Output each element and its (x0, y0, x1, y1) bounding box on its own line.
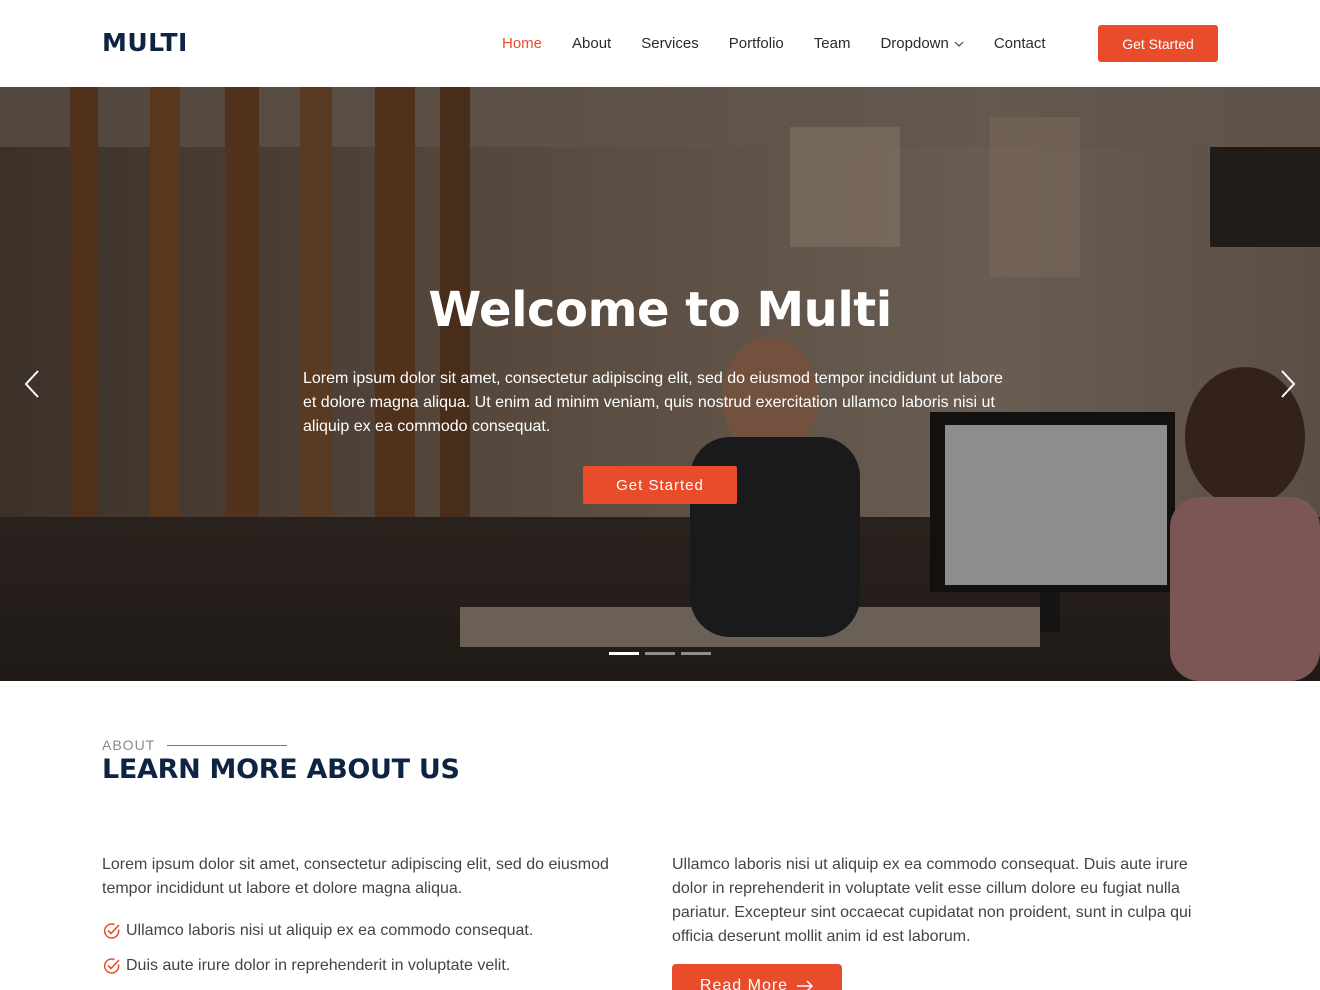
list-item-text: Ullamco laboris nisi ut aliquip ex ea co… (126, 922, 534, 939)
logo[interactable]: MULTI (102, 28, 188, 57)
check-circle-icon (103, 923, 120, 939)
section-label-divider (167, 744, 288, 746)
chevron-right-icon[interactable] (1276, 367, 1298, 401)
check-circle-icon (103, 958, 120, 974)
hero-title: Welcome to Multi (428, 282, 892, 338)
list-item-text: Duis aute irure dolor in reprehenderit i… (126, 957, 511, 974)
section-title: LEARN MORE ABOUT US (102, 754, 460, 785)
nav-team[interactable]: Team (814, 35, 851, 52)
about-right-paragraph: Ullamco laboris nisi ut aliquip ex ea co… (672, 856, 1192, 945)
section-label: ABOUT (102, 737, 288, 753)
main-nav: Home About Services Portfolio Team Dropd… (502, 0, 1076, 87)
carousel-indicator[interactable] (645, 652, 675, 655)
site-header: MULTI Home About Services Portfolio Team… (0, 0, 1320, 87)
nav-dropdown[interactable]: Dropdown (880, 35, 964, 52)
list-item: Ullamco laboris nisi ut aliquip ex ea co… (102, 919, 642, 943)
about-left-column: Lorem ipsum dolor sit amet, consectetur … (102, 853, 642, 989)
hero-description: Lorem ipsum dolor sit amet, consectetur … (303, 370, 1003, 435)
carousel-indicator[interactable] (681, 652, 711, 655)
about-checklist: Ullamco laboris nisi ut aliquip ex ea co… (102, 919, 642, 978)
about-right-column: Ullamco laboris nisi ut aliquip ex ea co… (672, 853, 1218, 949)
nav-services[interactable]: Services (641, 35, 699, 52)
nav-home[interactable]: Home (502, 35, 542, 52)
header-get-started-button[interactable]: Get Started (1098, 25, 1218, 62)
chevron-down-icon (954, 41, 964, 47)
arrow-right-icon (797, 980, 814, 990)
section-label-text: ABOUT (102, 737, 156, 753)
carousel-indicator[interactable] (609, 652, 639, 655)
nav-about[interactable]: About (572, 35, 611, 52)
carousel-indicators (609, 652, 717, 655)
nav-dropdown-label: Dropdown (880, 35, 949, 52)
about-left-paragraph: Lorem ipsum dolor sit amet, consectetur … (102, 856, 609, 897)
chevron-left-icon[interactable] (22, 367, 44, 401)
nav-contact[interactable]: Contact (994, 35, 1046, 52)
nav-portfolio[interactable]: Portfolio (729, 35, 784, 52)
hero-carousel: Welcome to Multi Lorem ipsum dolor sit a… (0, 87, 1320, 681)
hero-get-started-button[interactable]: Get Started (583, 466, 737, 504)
list-item: Duis aute irure dolor in reprehenderit i… (102, 954, 642, 978)
read-more-button[interactable]: Read More (672, 964, 842, 990)
read-more-label: Read More (699, 977, 789, 990)
